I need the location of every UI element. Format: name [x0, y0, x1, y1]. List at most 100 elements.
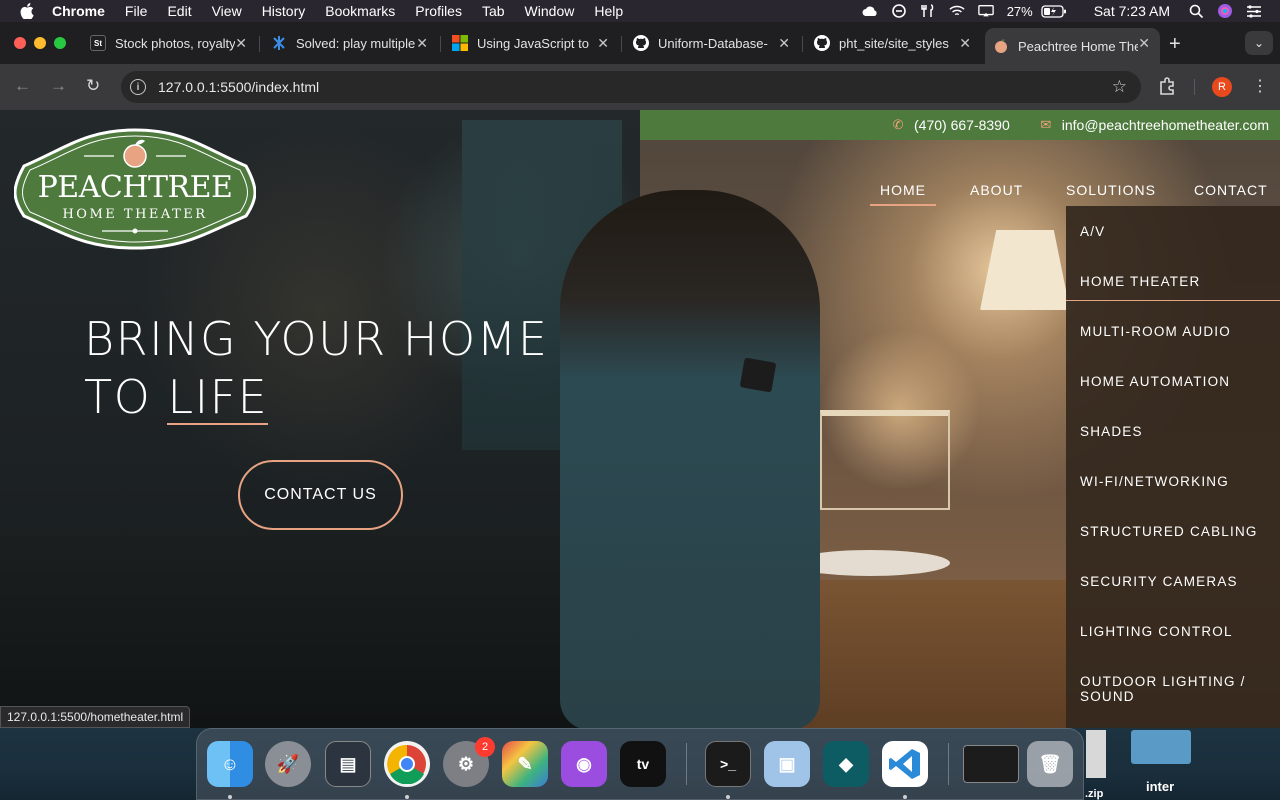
- phone-icon: ✆: [892, 117, 904, 132]
- dropdown-item-multi-room-audio[interactable]: MULTI-ROOM AUDIO: [1080, 324, 1270, 339]
- menu-help[interactable]: Help: [594, 3, 623, 19]
- dropdown-item-wifi-networking[interactable]: WI-FI/NETWORKING: [1080, 474, 1270, 489]
- tab-title: Using JavaScript to: [477, 35, 589, 51]
- back-arrow-icon[interactable]: ←: [14, 76, 31, 96]
- tab-solved-play-multiple[interactable]: Solved: play multiple ✕: [263, 28, 438, 58]
- color-picker-icon[interactable]: ✎: [502, 741, 548, 787]
- apple-logo-icon[interactable]: [20, 3, 34, 19]
- settings-notification-badge: 2: [475, 737, 495, 757]
- sync-cloud-icon[interactable]: [891, 4, 907, 18]
- menu-history[interactable]: History: [262, 3, 306, 19]
- bookmark-star-icon[interactable]: ☆: [1112, 77, 1127, 97]
- reload-icon[interactable]: ↻: [86, 76, 100, 96]
- tab-search-button[interactable]: ⌄: [1245, 31, 1273, 55]
- tab-close-icon[interactable]: ✕: [235, 35, 247, 52]
- menubar-clock[interactable]: Sat 7:23 AM: [1094, 3, 1170, 19]
- launchpad-icon[interactable]: 🚀: [265, 741, 311, 787]
- tab-close-icon[interactable]: ✕: [597, 35, 609, 52]
- trash-icon[interactable]: 🗑: [1027, 741, 1073, 787]
- desktop-zip-label[interactable]: .zip: [1085, 788, 1103, 800]
- desktop-folder-label[interactable]: inter: [1146, 779, 1174, 794]
- menu-window[interactable]: Window: [525, 3, 575, 19]
- tab-close-icon[interactable]: ✕: [959, 35, 971, 52]
- control-center-icon[interactable]: [1246, 4, 1262, 18]
- tab-title: Solved: play multiple: [296, 35, 416, 51]
- utensils-icon[interactable]: [920, 4, 936, 18]
- phone-link[interactable]: ✆ (470) 667-8390: [891, 117, 1010, 133]
- minimize-window-button[interactable]: [34, 37, 46, 49]
- tab-separator: [621, 36, 622, 52]
- tab-pht-site-styles[interactable]: pht_site/site_styles ✕: [806, 28, 981, 58]
- tab-uniform-database[interactable]: Uniform-Database- ✕: [625, 28, 800, 58]
- battery-icon[interactable]: [1041, 4, 1067, 18]
- tab-close-icon[interactable]: ✕: [416, 35, 428, 52]
- screen-mirroring-icon[interactable]: [977, 4, 994, 18]
- solutions-dropdown: A/V HOME THEATER MULTI-ROOM AUDIO HOME A…: [1066, 206, 1280, 728]
- phone-number: (470) 667-8390: [914, 117, 1010, 133]
- desktop-zip-file-icon[interactable]: [1086, 730, 1106, 778]
- podcasts-icon[interactable]: ◉: [561, 741, 607, 787]
- dropdown-hover-underline: [1066, 300, 1280, 301]
- nav-solutions[interactable]: SOLUTIONS: [1066, 182, 1156, 198]
- address-bar[interactable]: i 127.0.0.1:5500/index.html ☆: [121, 71, 1141, 103]
- nav-home[interactable]: HOME: [870, 182, 936, 206]
- menu-view[interactable]: View: [212, 3, 242, 19]
- close-window-button[interactable]: [14, 37, 26, 49]
- dropdown-item-home-automation[interactable]: HOME AUTOMATION: [1080, 374, 1270, 389]
- wifi-icon[interactable]: [949, 4, 965, 18]
- tab-using-javascript[interactable]: Using JavaScript to ✕: [444, 28, 619, 58]
- tab-stock-photos[interactable]: St Stock photos, royalty ✕: [82, 28, 257, 58]
- new-tab-button[interactable]: +: [1169, 33, 1181, 56]
- spotlight-search-icon[interactable]: [1188, 4, 1204, 18]
- menu-tab[interactable]: Tab: [482, 3, 505, 19]
- vscode-icon[interactable]: [882, 741, 928, 787]
- dropdown-item-av[interactable]: A/V: [1080, 224, 1270, 239]
- nav-about[interactable]: ABOUT: [970, 182, 1023, 198]
- finder-icon[interactable]: ☺: [207, 741, 253, 787]
- forward-arrow-icon[interactable]: →: [50, 76, 67, 96]
- preview-photos-icon[interactable]: ▣: [764, 741, 810, 787]
- menu-edit[interactable]: Edit: [167, 3, 191, 19]
- minimized-window-preview-icon[interactable]: [963, 745, 1019, 783]
- contact-us-button[interactable]: CONTACT US: [238, 460, 403, 530]
- tab-close-icon[interactable]: ✕: [778, 35, 790, 52]
- extensions-puzzle-icon[interactable]: [1158, 77, 1176, 95]
- apple-tv-icon[interactable]: tv: [620, 741, 666, 787]
- menu-app-name[interactable]: Chrome: [52, 3, 105, 19]
- dropdown-item-outdoor-lighting-sound[interactable]: OUTDOOR LIGHTING / SOUND: [1080, 674, 1270, 704]
- hero-line-2-highlight: LIFE: [167, 370, 269, 425]
- macos-dock: ☺ 🚀 ▤ ⚙ 2 ✎ ◉ tv >_ ▣ ◆ 🗑: [196, 728, 1084, 800]
- dock-divider: [948, 743, 949, 785]
- tab-separator: [259, 36, 260, 52]
- menu-file[interactable]: File: [125, 3, 148, 19]
- dropdown-item-home-theater[interactable]: HOME THEATER: [1080, 274, 1270, 289]
- creative-cloud-icon[interactable]: [862, 4, 878, 18]
- dropdown-item-lighting-control[interactable]: LIGHTING CONTROL: [1080, 624, 1270, 639]
- dropdown-item-security-cameras[interactable]: SECURITY CAMERAS: [1080, 574, 1270, 589]
- github-favicon-icon: [814, 35, 830, 51]
- fullscreen-window-button[interactable]: [54, 37, 66, 49]
- chrome-icon[interactable]: [384, 741, 430, 787]
- address-url[interactable]: 127.0.0.1:5500/index.html: [158, 79, 319, 95]
- tab-close-icon[interactable]: ✕: [1138, 35, 1150, 52]
- desktop-folder-icon[interactable]: [1131, 730, 1191, 764]
- menu-profiles[interactable]: Profiles: [415, 3, 462, 19]
- preview-icon[interactable]: ▤: [325, 741, 371, 787]
- stock-site-favicon-icon: St: [90, 35, 106, 51]
- dropdown-item-structured-cabling[interactable]: STRUCTURED CABLING: [1080, 524, 1270, 539]
- site-info-icon[interactable]: i: [130, 79, 146, 95]
- tab-separator: [802, 36, 803, 52]
- nav-contact[interactable]: CONTACT: [1194, 182, 1268, 198]
- chrome-menu-icon[interactable]: ⋮: [1252, 76, 1268, 96]
- menu-bookmarks[interactable]: Bookmarks: [325, 3, 395, 19]
- dropdown-item-shades[interactable]: SHADES: [1080, 424, 1270, 439]
- email-link[interactable]: ✉ info@peachtreehometheater.com: [1039, 117, 1269, 133]
- dock-divider: [686, 743, 687, 785]
- profile-avatar[interactable]: R: [1212, 77, 1232, 97]
- siri-icon[interactable]: [1217, 4, 1233, 18]
- tab-peachtree-home-theater[interactable]: Peachtree Home Theater ✕: [985, 28, 1160, 64]
- running-indicator: [726, 795, 730, 799]
- terminal-icon[interactable]: >_: [705, 741, 751, 787]
- tab-title: Peachtree Home Theater: [1018, 38, 1138, 54]
- filmora-icon[interactable]: ◆: [823, 741, 869, 787]
